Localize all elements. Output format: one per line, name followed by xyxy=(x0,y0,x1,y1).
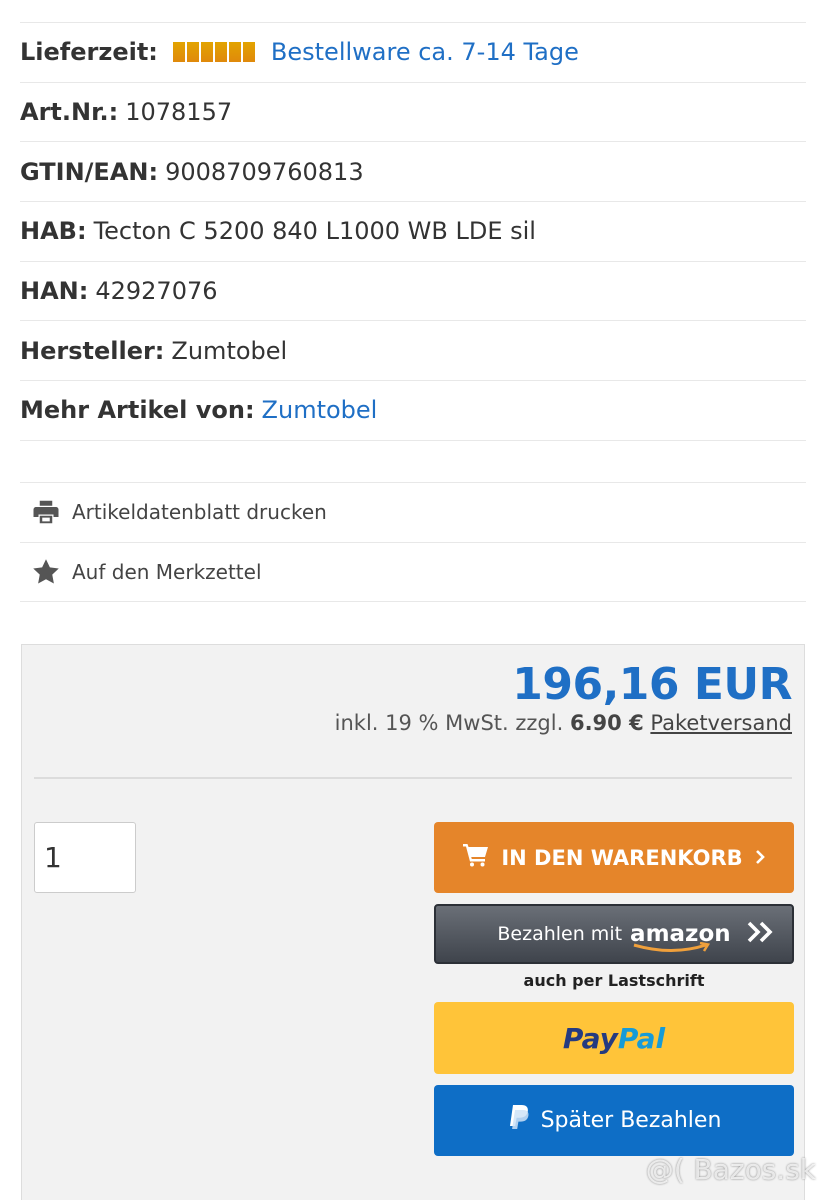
amazon-pay-button[interactable]: Bezahlen mit amazon xyxy=(434,904,794,964)
shipping-cost: 6.90 € xyxy=(569,711,644,735)
add-to-wishlist-link[interactable]: Auf den Merkzettel xyxy=(20,543,806,603)
cart-button-label: IN DEN WARENKORB xyxy=(501,845,743,870)
paypal-logo: PayPal xyxy=(562,1021,666,1055)
detail-row-han: HAN: 42927076 xyxy=(20,262,806,322)
hab-label: HAB: xyxy=(20,217,87,246)
cart-icon xyxy=(463,843,489,872)
han-label: HAN: xyxy=(20,277,89,306)
pay-later-button[interactable]: Später Bezahlen xyxy=(434,1085,794,1156)
product-details: Lieferzeit: Bestellware ca. 7-14 Tage Ar… xyxy=(20,22,806,441)
detail-row-artnr: Art.Nr.: 1078157 xyxy=(20,83,806,143)
tax-prefix: inkl. 19 % MwSt. zzgl. xyxy=(334,711,564,735)
hersteller-value: Zumtobel xyxy=(171,336,288,365)
wishlist-label: Auf den Merkzettel xyxy=(72,560,262,585)
product-price: 196,16 EUR xyxy=(512,659,792,710)
detail-row-mehr-artikel: Mehr Artikel von: Zumtobel xyxy=(20,381,806,441)
star-icon xyxy=(20,557,72,587)
hersteller-label: Hersteller: xyxy=(20,336,165,365)
buy-box: 196,16 EUR inkl. 19 % MwSt. zzgl. 6.90 €… xyxy=(21,644,805,1200)
tax-info: inkl. 19 % MwSt. zzgl. 6.90 € Paketversa… xyxy=(335,711,792,735)
pay-later-label: Später Bezahlen xyxy=(540,1108,722,1133)
chevron-right-icon xyxy=(755,846,765,870)
double-chevron-icon xyxy=(746,920,776,949)
han-value: 42927076 xyxy=(95,277,218,306)
product-actions: Artikeldatenblatt drucken Auf den Merkze… xyxy=(20,482,806,603)
availability-bars-icon xyxy=(172,42,255,63)
shipping-link[interactable]: Paketversand xyxy=(650,711,792,735)
printer-icon xyxy=(20,497,72,527)
detail-row-lieferzeit: Lieferzeit: Bestellware ca. 7-14 Tage xyxy=(20,23,806,83)
paypal-p-icon xyxy=(507,1104,531,1138)
lieferzeit-value: Bestellware ca. 7-14 Tage xyxy=(270,38,579,67)
gtin-value: 9008709760813 xyxy=(165,157,364,186)
print-datasheet-link[interactable]: Artikeldatenblatt drucken xyxy=(20,483,806,543)
paypal-button[interactable]: PayPal xyxy=(434,1002,794,1074)
print-datasheet-label: Artikeldatenblatt drucken xyxy=(72,500,327,525)
add-to-cart-button[interactable]: IN DEN WARENKORB xyxy=(434,822,794,893)
lieferzeit-label: Lieferzeit: xyxy=(20,38,158,67)
mehr-artikel-label: Mehr Artikel von: xyxy=(20,396,255,425)
artnr-label: Art.Nr.: xyxy=(20,98,119,127)
amazon-pay-prefix: Bezahlen mit xyxy=(497,923,623,945)
divider xyxy=(34,777,792,779)
lastschrift-note: auch per Lastschrift xyxy=(523,971,705,990)
manufacturer-link[interactable]: Zumtobel xyxy=(262,396,378,424)
detail-row-hersteller: Hersteller: Zumtobel xyxy=(20,321,806,382)
hab-value: Tecton C 5200 840 L1000 WB LDE sil xyxy=(93,217,536,246)
artnr-value: 1078157 xyxy=(125,98,233,127)
quantity-input[interactable] xyxy=(34,822,136,893)
detail-row-hab: HAB: Tecton C 5200 840 L1000 WB LDE sil xyxy=(20,202,806,262)
amazon-logo: amazon xyxy=(630,921,731,952)
detail-row-gtin: GTIN/EAN: 9008709760813 xyxy=(20,142,806,203)
gtin-label: GTIN/EAN: xyxy=(20,157,159,186)
watermark: @( Bazos.sk xyxy=(645,1153,816,1186)
